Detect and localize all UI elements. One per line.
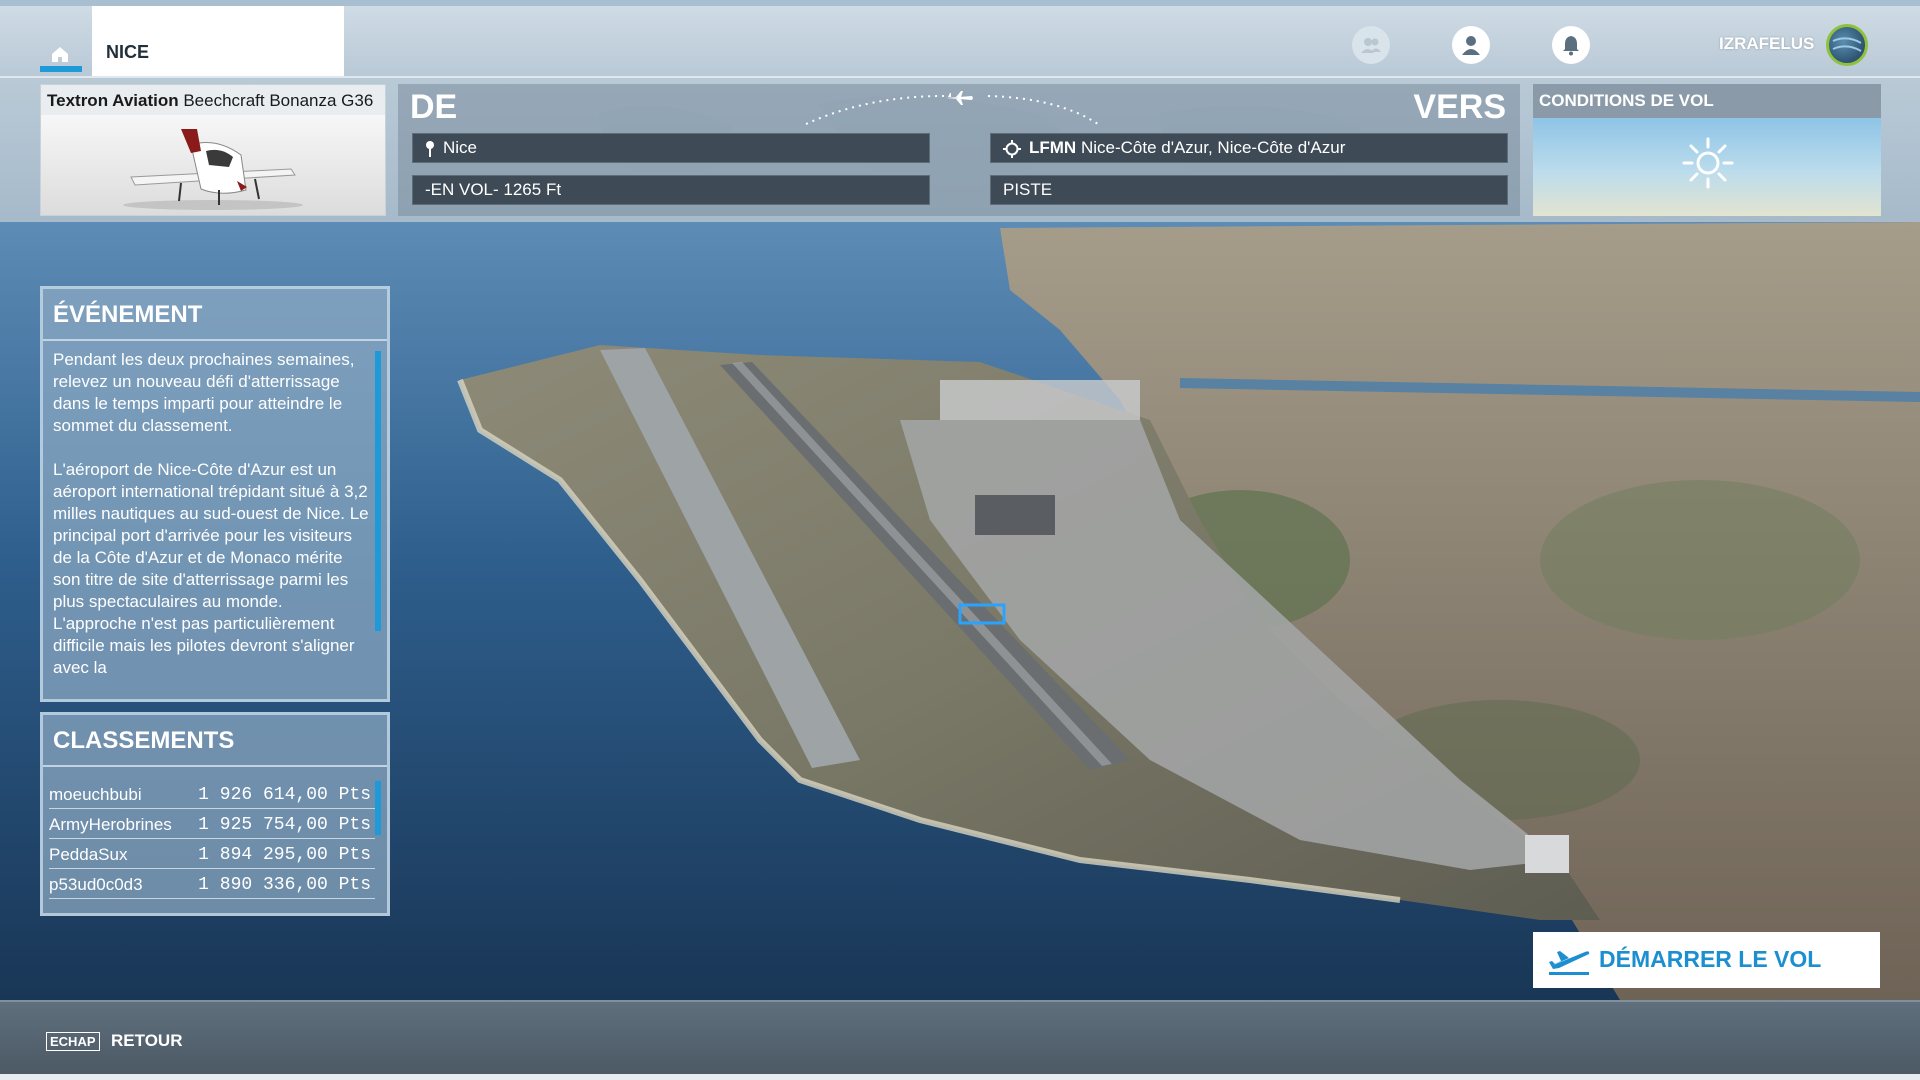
ranking-list[interactable]: moeuchbubi 1 926 614,00 Pts ArmyHerobrin… [49,779,375,899]
arrival-code: LFMN [1029,138,1077,157]
user-icon [1462,36,1480,55]
aircraft-picture [123,129,303,210]
player-name: PeddaSux [49,845,128,864]
tab-nice[interactable]: NICE [92,6,344,78]
ranking-title: CLASSEMENTS [43,715,387,767]
notifications-button[interactable] [1552,26,1590,64]
friends-icon [1361,38,1381,53]
departure-field[interactable]: Nice [412,133,930,163]
arrival-field[interactable]: LFMN Nice-Côte d'Azur, Nice-Côte d'Azur [990,133,1508,163]
altitude-field[interactable]: -EN VOL- 1265 Ft [412,175,930,205]
aircraft-image [41,115,385,215]
aircraft-brand: Textron Aviation [47,91,179,110]
ranking-row[interactable]: moeuchbubi 1 926 614,00 Pts [49,779,375,809]
ranking-row[interactable]: ArmyHerobrines 1 925 754,00 Pts [49,809,375,839]
departure-value: Nice [443,138,478,157]
weather-preview [1533,118,1881,216]
event-paragraph: L'aéroport de Nice-Côte d'Azur est un aé… [53,460,369,677]
home-icon [52,47,68,62]
player-score: 1 894 295,00 Pts [198,845,371,865]
bottom-edge [0,1074,1920,1080]
tab-nice-label: NICE [106,42,150,62]
aircraft-name: Textron Aviation Beechcraft Bonanza G36 [47,91,373,111]
player-score: 1 890 336,00 Pts [198,875,371,895]
avatar[interactable] [1826,24,1868,66]
ranking-row[interactable]: p53ud0c0d3 1 890 336,00 Pts [49,869,375,899]
bottom-bar: ECHAP RETOUR [0,1000,1920,1080]
tab-home[interactable] [40,6,82,78]
escape-key-badge[interactable]: ECHAP [46,1032,100,1051]
event-title: ÉVÉNEMENT [43,289,387,341]
player-name: p53ud0c0d3 [49,875,143,894]
avatar-image [1832,37,1862,52]
airplane-icon [946,91,973,105]
target-icon [1003,139,1021,158]
player-name: moeuchbubi [49,785,142,804]
runway-value: PISTE [1003,180,1053,199]
altitude-value: -EN VOL- 1265 Ft [425,180,562,199]
flight-conditions-title: CONDITIONS DE VOL [1533,84,1881,118]
runway-field[interactable]: PISTE [990,175,1508,205]
flight-conditions-card[interactable]: CONDITIONS DE VOL [1533,84,1881,216]
arrival-name: Nice-Côte d'Azur, Nice-Côte d'Azur [1080,138,1346,157]
aircraft-model: Beechcraft Bonanza G36 [183,91,374,110]
sun-icon [1682,137,1734,189]
ranking-row[interactable]: PeddaSux 1 894 295,00 Pts [49,839,375,869]
event-paragraph: Pendant les deux prochaines semaines, re… [53,350,355,435]
event-description[interactable]: Pendant les deux prochaines semaines, re… [53,349,369,693]
back-button[interactable]: RETOUR [111,1031,182,1051]
from-heading: DE [410,88,458,126]
username[interactable]: IZRAFELUS [1719,34,1814,54]
top-navigation-bar: NICE IZRAFELUS [0,0,1920,78]
player-score: 1 925 754,00 Pts [198,815,371,835]
active-tab-indicator [40,66,82,72]
start-flight-label: DÉMARRER LE VOL [1599,946,1822,972]
player-name: ArmyHerobrines [49,815,172,834]
player-score: 1 926 614,00 Pts [198,785,371,805]
event-panel: ÉVÉNEMENT Pendant les deux prochaines se… [40,286,390,702]
ranking-panel: CLASSEMENTS moeuchbubi 1 926 614,00 Pts … [40,712,390,916]
ranking-scrollbar[interactable] [375,781,381,835]
location-pin-icon [426,140,434,157]
friends-button[interactable] [1352,26,1390,64]
profile-button[interactable] [1452,26,1490,64]
bell-icon [1563,36,1579,56]
takeoff-icon [1549,951,1590,975]
to-heading: VERS [1413,88,1506,126]
aircraft-card[interactable]: Textron Aviation Beechcraft Bonanza G36 [40,84,386,216]
event-scrollbar[interactable] [375,351,381,631]
start-flight-button[interactable]: DÉMARRER LE VOL [1533,932,1880,988]
